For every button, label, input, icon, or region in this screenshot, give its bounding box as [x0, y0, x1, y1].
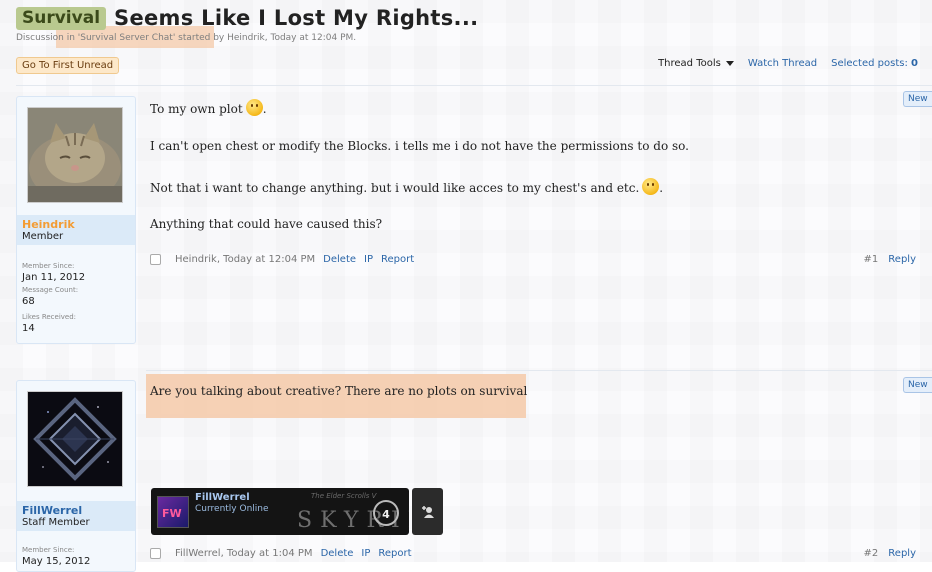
thread-tools-menu[interactable]: Thread Tools: [658, 58, 734, 69]
go-to-first-unread-button[interactable]: Go To First Unread: [16, 57, 120, 74]
post-author-time[interactable]: Heindrik, Today at 12:04 PM: [175, 254, 315, 265]
smile-emoji-icon: [642, 178, 660, 195]
chevron-down-icon: [725, 60, 734, 66]
selected-posts-label: Selected posts:: [831, 58, 908, 69]
thread-description: Discussion in 'Survival Server Chat' sta…: [16, 33, 357, 43]
member-since-label: Member Since:: [22, 262, 75, 270]
divider: [146, 370, 932, 371]
likes-received-value: 14: [22, 323, 35, 334]
user-title: Staff Member: [22, 517, 90, 528]
likes-received-label: Likes Received:: [22, 313, 77, 321]
select-post-checkbox[interactable]: [150, 254, 161, 265]
level-badge: 4: [373, 500, 399, 526]
message-count-value: 68: [22, 296, 35, 307]
new-post-tag: New: [903, 91, 932, 107]
delete-link[interactable]: Delete: [323, 254, 356, 265]
avatar[interactable]: [27, 107, 123, 203]
signature-status: Currently Online: [195, 504, 269, 514]
reply-link[interactable]: Reply: [888, 548, 916, 559]
steam-signature-card[interactable]: FW FillWerrel Currently Online The Elder…: [151, 488, 409, 535]
thread-title-row: Survival Seems Like I Lost My Rights...: [16, 4, 478, 32]
post-number-area: #1 Reply: [864, 254, 916, 265]
delete-link[interactable]: Delete: [321, 548, 354, 559]
page-title: Seems Like I Lost My Rights...: [114, 6, 479, 30]
username-block: Heindrik Member: [17, 215, 135, 245]
smile-emoji-icon: [245, 99, 263, 116]
add-friend-button[interactable]: [412, 488, 443, 535]
member-since-value: Jan 11, 2012: [22, 272, 86, 283]
svg-text:FW: FW: [162, 507, 182, 520]
post-number[interactable]: #2: [864, 548, 879, 559]
signature-username: FillWerrel: [195, 492, 250, 503]
selected-posts-count: 0: [911, 58, 918, 69]
message-footer: Heindrik, Today at 12:04 PM Delete IP Re…: [150, 254, 414, 265]
add-friend-icon: [421, 506, 434, 518]
post-number-area: #2 Reply: [864, 548, 916, 559]
steam-avatar-icon: FW: [157, 496, 189, 528]
ip-link[interactable]: IP: [364, 254, 373, 265]
new-post-tag: New: [903, 377, 932, 393]
selected-posts[interactable]: Selected posts: 0: [831, 58, 918, 69]
fillwerrel-avatar-image: [28, 392, 122, 486]
message-paragraph: Anything that could have caused this?: [150, 217, 383, 231]
reply-link[interactable]: Reply: [888, 254, 916, 265]
message-paragraph: Are you talking about creative? There ar…: [150, 384, 528, 398]
message-paragraph: I can't open chest or modify the Blocks.…: [150, 139, 689, 153]
message-paragraph: Not that i want to change anything. but …: [150, 178, 663, 195]
thread-tools-bar: Thread Tools Watch Thread Selected posts…: [658, 58, 918, 69]
game-subtitle: The Elder Scrolls V: [311, 492, 377, 500]
member-since-label: Member Since:: [22, 546, 75, 554]
message-footer: FillWerrel, Today at 1:04 PM Delete IP R…: [150, 548, 412, 559]
user-panel: Heindrik Member Member Since: Jan 11, 20…: [16, 96, 136, 344]
watch-thread-link[interactable]: Watch Thread: [748, 58, 817, 69]
divider: [16, 85, 932, 86]
ip-link[interactable]: IP: [361, 548, 370, 559]
message-paragraph: To my own plot.: [150, 99, 267, 116]
select-post-checkbox[interactable]: [150, 548, 161, 559]
user-title: Member: [22, 231, 64, 242]
cat-avatar-image: [28, 108, 122, 202]
username[interactable]: FillWerrel: [22, 504, 130, 517]
post-author-time[interactable]: FillWerrel, Today at 1:04 PM: [175, 548, 313, 559]
username-block: FillWerrel Staff Member: [17, 501, 135, 531]
avatar[interactable]: [27, 391, 123, 487]
user-panel: FillWerrel Staff Member Member Since: Ma…: [16, 380, 136, 572]
username[interactable]: Heindrik: [22, 218, 130, 231]
report-link[interactable]: Report: [381, 254, 414, 265]
thread-prefix[interactable]: Survival: [16, 6, 107, 30]
message-count-label: Message Count:: [22, 286, 79, 294]
thread-tools-label: Thread Tools: [658, 58, 721, 69]
post-number[interactable]: #1: [864, 254, 879, 265]
report-link[interactable]: Report: [378, 548, 411, 559]
